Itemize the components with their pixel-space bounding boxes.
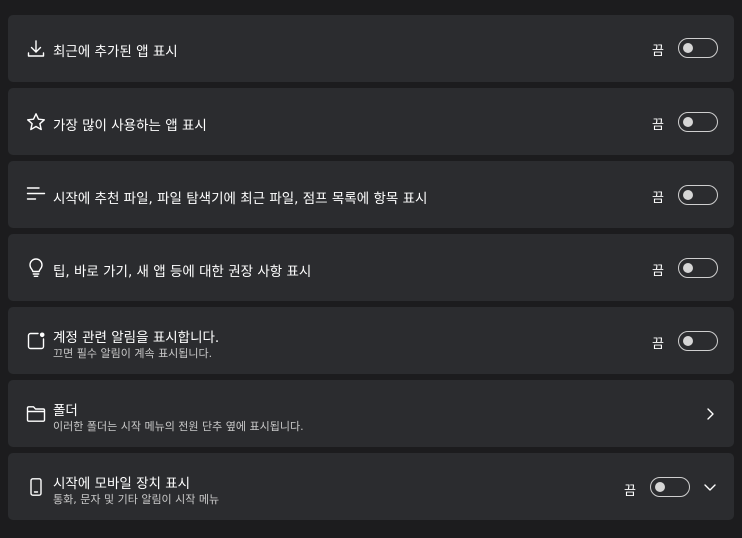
row-recently-added-apps[interactable]: 최근에 추가된 앱 표시 끔: [8, 15, 734, 82]
row-recommendations[interactable]: 팁, 바로 가기, 새 앱 등에 대한 권장 사항 표시 끔: [8, 234, 734, 301]
row-account-notifications[interactable]: 계정 관련 알림을 표시합니다. 끄면 필수 알림이 계속 표시됩니다. 끔: [8, 307, 734, 374]
most-used-apps-toggle[interactable]: [678, 112, 718, 132]
lightbulb-icon: [26, 258, 46, 278]
toggle-knob: [683, 43, 693, 53]
phone-icon: [26, 477, 46, 497]
toggle-knob: [683, 263, 693, 273]
row-subtitle: 이러한 폴더는 시작 메뉴의 전원 단추 옆에 표시됩니다.: [53, 420, 304, 433]
row-subtitle: 끄면 필수 알림이 계속 표시됩니다.: [53, 347, 213, 360]
toggle-state-label: 끔: [652, 118, 664, 133]
row-recommended-files[interactable]: 시작에 추천 파일, 파일 탐색기에 최근 파일, 점프 목록에 항목 표시 끔: [8, 161, 734, 228]
star-icon: [26, 112, 46, 132]
folder-icon: [26, 404, 46, 424]
toggle-knob: [683, 190, 693, 200]
download-icon: [26, 39, 46, 59]
row-title: 폴더: [53, 403, 78, 419]
toggle-state-label: 끔: [652, 44, 664, 59]
account-notifications-toggle[interactable]: [678, 331, 718, 351]
row-title: 시작에 추천 파일, 파일 탐색기에 최근 파일, 점프 목록에 항목 표시: [53, 191, 428, 207]
list-icon: [26, 185, 46, 205]
row-folders[interactable]: 폴더 이러한 폴더는 시작 메뉴의 전원 단추 옆에 표시됩니다.: [8, 380, 734, 447]
row-title: 가장 많이 사용하는 앱 표시: [53, 118, 207, 134]
row-subtitle: 통화, 문자 및 기타 알림이 시작 메뉴: [53, 493, 220, 506]
row-mobile-device[interactable]: 시작에 모바일 장치 표시 통화, 문자 및 기타 알림이 시작 메뉴 끔: [8, 453, 734, 520]
toggle-knob: [683, 117, 693, 127]
toggle-state-label: 끔: [624, 484, 636, 499]
toggle-state-label: 끔: [652, 337, 664, 352]
chevron-down-icon[interactable]: [703, 480, 717, 494]
row-title: 팁, 바로 가기, 새 앱 등에 대한 권장 사항 표시: [53, 264, 312, 280]
chevron-right-icon: [703, 407, 717, 421]
recently-added-apps-toggle[interactable]: [678, 38, 718, 58]
recommendations-toggle[interactable]: [678, 258, 718, 278]
row-most-used-apps[interactable]: 가장 많이 사용하는 앱 표시 끔: [8, 88, 734, 155]
start-settings-list: 최근에 추가된 앱 표시 끔 가장 많이 사용하는 앱 표시 끔 시작에 추천 …: [0, 0, 742, 538]
row-title: 시작에 모바일 장치 표시: [53, 476, 191, 492]
toggle-state-label: 끔: [652, 264, 664, 279]
mobile-device-toggle[interactable]: [650, 477, 690, 497]
toggle-knob: [683, 336, 693, 346]
toggle-knob: [655, 482, 665, 492]
toggle-state-label: 끔: [652, 191, 664, 206]
recommended-files-toggle[interactable]: [678, 185, 718, 205]
row-title: 계정 관련 알림을 표시합니다.: [53, 330, 220, 346]
notification-icon: [26, 331, 46, 351]
row-title: 최근에 추가된 앱 표시: [53, 44, 178, 60]
